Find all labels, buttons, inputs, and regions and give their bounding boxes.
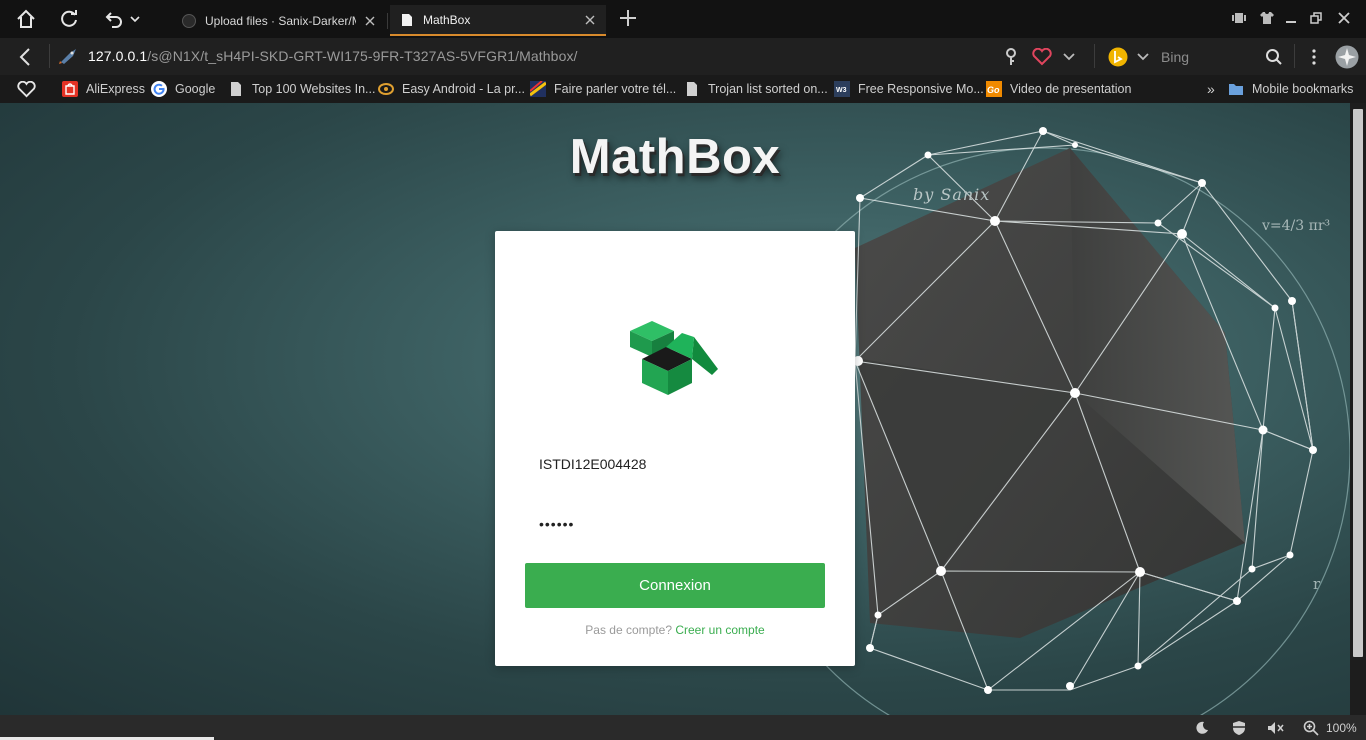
tab-mathbox[interactable]: MathBox xyxy=(390,5,606,36)
url-host: 127.0.0.1 xyxy=(88,48,148,64)
volume-formula: v=4/3 πr³ xyxy=(1262,218,1331,234)
page-icon xyxy=(231,82,241,96)
site-rocket-icon xyxy=(59,49,76,64)
chevron-down-icon[interactable] xyxy=(1058,46,1080,68)
radius-label: r xyxy=(1313,575,1321,593)
signup-prompt-text: Pas de compte? xyxy=(585,623,672,637)
bookmarks-overflow[interactable]: » xyxy=(1207,80,1215,98)
divider xyxy=(49,44,50,68)
shirt-icon[interactable] xyxy=(1256,8,1278,28)
status-bar: 100% xyxy=(0,715,1366,740)
close-tab-icon[interactable] xyxy=(364,15,376,27)
minimize-icon[interactable] xyxy=(1280,8,1302,28)
tab-bar: Upload files · Sanix-Darker/M MathBox xyxy=(0,0,1366,38)
bookmark-google[interactable]: Google xyxy=(151,80,215,98)
key-icon[interactable] xyxy=(1000,46,1022,68)
github-icon xyxy=(182,13,196,28)
menu-dots-icon[interactable] xyxy=(1303,46,1325,68)
page-viewport: MathBox by Sanix v=4/3 πr³ r Connexion P… xyxy=(0,103,1350,715)
tab-menu-icon[interactable] xyxy=(1228,8,1250,28)
bing-icon[interactable] xyxy=(1107,46,1129,68)
login-card: Connexion Pas de compte? Creer un compte xyxy=(495,231,855,666)
volume-icon[interactable] xyxy=(1267,719,1285,737)
svg-text:Go: Go xyxy=(987,85,1000,95)
close-window-icon[interactable] xyxy=(1333,8,1355,28)
mathbox-logo-icon xyxy=(630,321,718,395)
undo-dropdown-chevron-icon[interactable] xyxy=(122,6,148,32)
address-bar: 127.0.0.1/s@N1X/t_sH4PI-SKD-GRT-WI175-9F… xyxy=(0,38,1366,75)
tab-title: MathBox xyxy=(423,12,471,27)
bookmark-label: Easy Android - La pr... xyxy=(402,82,525,96)
night-mode-moon-icon[interactable] xyxy=(1193,719,1211,737)
bookmark-label: Free Responsive Mo... xyxy=(858,82,984,96)
username-field[interactable] xyxy=(525,447,825,481)
favorite-heart-icon[interactable] xyxy=(1031,46,1053,68)
bookmark-top-100[interactable]: Top 100 Websites In... xyxy=(228,80,375,98)
page-icon xyxy=(687,82,697,96)
go-icon: Go xyxy=(986,81,1002,97)
divider xyxy=(1294,44,1295,68)
brand-title: MathBox xyxy=(569,130,781,184)
scrollbar[interactable] xyxy=(1350,103,1366,715)
svg-text:W3: W3 xyxy=(836,87,847,94)
bookmark-label: AliExpress xyxy=(86,82,146,96)
w3-icon: W3 xyxy=(834,81,850,97)
password-field[interactable] xyxy=(525,507,825,541)
shield-icon[interactable] xyxy=(1230,719,1248,737)
bookmark-label: Trojan list sorted on... xyxy=(708,82,828,96)
bookmark-label: Mobile bookmarks xyxy=(1252,82,1354,96)
avatar[interactable] xyxy=(1335,45,1359,69)
rainbow-icon xyxy=(530,81,546,97)
bookmark-easy-android[interactable]: Easy Android - La pr... xyxy=(378,80,525,98)
bookmark-free-responsive[interactable]: W3 Free Responsive Mo... xyxy=(834,80,984,98)
search-engine-chevron-icon[interactable] xyxy=(1132,46,1154,68)
restore-icon[interactable] xyxy=(1305,8,1327,28)
zoom-icon[interactable] xyxy=(1302,719,1320,737)
document-icon xyxy=(402,13,412,26)
url-field[interactable]: 127.0.0.1/s@N1X/t_sH4PI-SKD-GRT-WI175-9F… xyxy=(88,48,578,64)
bookmark-video-presentation[interactable]: Go Video de presentation xyxy=(986,80,1131,98)
bookmark-aliexpress[interactable]: AliExpress xyxy=(62,80,145,98)
bookmark-heart-icon[interactable] xyxy=(17,80,36,98)
create-account-link[interactable]: Creer un compte xyxy=(675,623,764,637)
google-icon xyxy=(151,81,167,97)
home-icon[interactable] xyxy=(13,6,39,32)
new-tab-plus-icon[interactable] xyxy=(614,4,642,32)
tab-upload-files[interactable]: Upload files · Sanix-Darker/M xyxy=(172,5,388,36)
bookmark-trojan-list[interactable]: Trojan list sorted on... xyxy=(684,80,828,98)
search-icon[interactable] xyxy=(1263,46,1285,68)
bookmark-label: Faire parler votre tél... xyxy=(554,82,677,96)
bookmark-label: Google xyxy=(175,82,216,96)
zoom-level[interactable]: 100% xyxy=(1326,721,1357,735)
signup-prompt: Pas de compte? Creer un compte xyxy=(495,623,855,637)
byline: by Sanix xyxy=(913,185,991,204)
search-input[interactable]: Bing xyxy=(1161,49,1189,65)
close-tab-icon[interactable] xyxy=(584,14,596,26)
bookmark-label: Top 100 Websites In... xyxy=(252,82,376,96)
bookmarks-bar: AliExpress Google Top 100 Websites In...… xyxy=(0,75,1366,103)
url-path: /s@N1X/t_sH4PI-SKD-GRT-WI175-9FR-T327AS-… xyxy=(147,48,578,64)
scrollbar-thumb[interactable] xyxy=(1353,109,1363,657)
connexion-button[interactable]: Connexion xyxy=(525,563,825,608)
mobile-bookmarks[interactable]: Mobile bookmarks xyxy=(1228,80,1353,98)
bookmark-faire-parler[interactable]: Faire parler votre tél... xyxy=(530,80,676,98)
tab-title: Upload files · Sanix-Darker/M xyxy=(205,13,356,28)
divider xyxy=(1094,44,1095,68)
bookmark-label: Video de presentation xyxy=(1010,82,1132,96)
aliexpress-icon xyxy=(62,81,78,97)
reload-icon[interactable] xyxy=(56,6,82,32)
folder-icon xyxy=(1229,84,1243,95)
back-arrow-icon[interactable] xyxy=(14,46,36,68)
easy-android-icon xyxy=(378,83,394,95)
